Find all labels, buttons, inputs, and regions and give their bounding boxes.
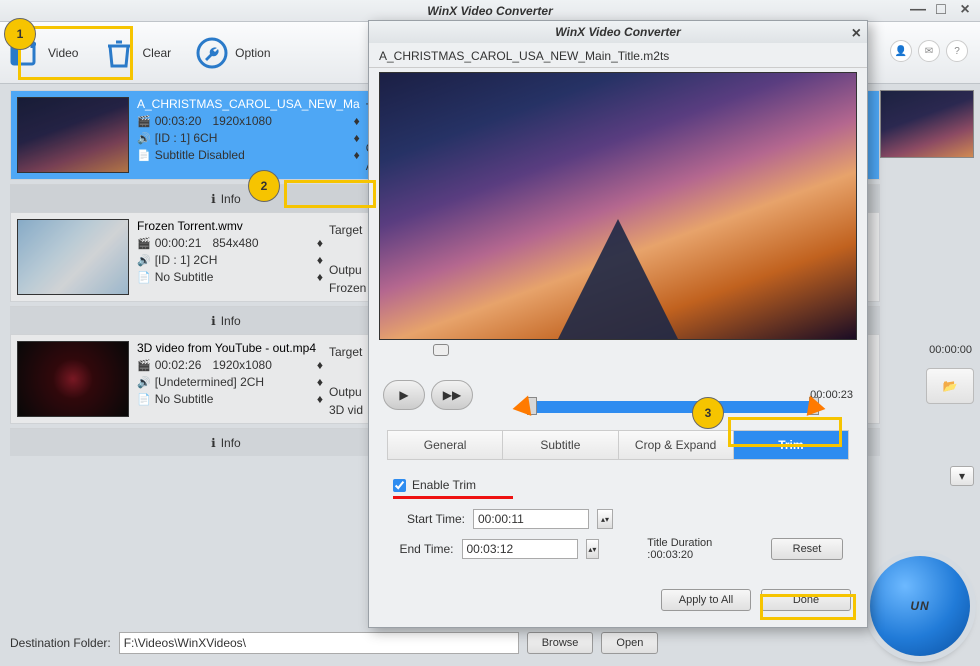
tab-crop[interactable]: Crop & Expand <box>618 431 733 459</box>
video-thumbnail <box>17 219 129 295</box>
mail-icon[interactable]: ✉ <box>918 40 940 62</box>
forward-button[interactable]: ▶▶ <box>431 380 473 410</box>
reset-button[interactable]: Reset <box>771 538 843 560</box>
dialog-title: WinX Video Converter <box>555 25 680 39</box>
video-thumbnail <box>17 97 129 173</box>
subtitle-icon: 📄 <box>137 149 151 162</box>
done-button[interactable]: Done <box>761 589 851 611</box>
browse-button[interactable]: Browse <box>527 632 594 654</box>
info-button[interactable]: ℹInfo <box>211 314 241 328</box>
dialog-titlebar: WinX Video Converter × <box>369 21 867 43</box>
help-icon[interactable]: ? <box>946 40 968 62</box>
audio-spinner[interactable]: ♦ <box>317 375 323 389</box>
tab-subtitle[interactable]: Subtitle <box>502 431 617 459</box>
main-title: WinX Video Converter <box>427 4 552 18</box>
user-icon[interactable]: 👤 <box>890 40 912 62</box>
enable-trim-checkbox[interactable] <box>393 479 406 492</box>
file-name: Frozen Torrent.wmv <box>137 219 323 233</box>
trim-range[interactable] <box>529 401 809 413</box>
subtitle-spinner[interactable]: ♦ <box>317 392 323 406</box>
destination-label: Destination Folder: <box>10 636 111 650</box>
tab-trim[interactable]: Trim <box>733 431 848 459</box>
video-spinner[interactable]: ♦ <box>317 236 323 250</box>
tutorial-badge-1: 1 <box>4 18 36 50</box>
subtitle-spinner[interactable]: ♦ <box>354 148 360 162</box>
playhead-knob[interactable] <box>433 344 449 356</box>
main-titlebar: WinX Video Converter — □ × <box>0 0 980 22</box>
subtitle-spinner[interactable]: ♦ <box>317 270 323 284</box>
video-spinner[interactable]: ♦ <box>354 114 360 128</box>
close-button[interactable]: × <box>958 3 972 17</box>
info-button[interactable]: ℹInfo <box>211 436 241 450</box>
subtitle-icon: 📄 <box>137 393 151 406</box>
right-preview-thumbnail <box>880 90 974 158</box>
video-preview <box>379 72 857 340</box>
audio-spinner[interactable]: ♦ <box>354 131 360 145</box>
play-button[interactable]: ▶ <box>383 380 425 410</box>
audio-icon: 🔊 <box>137 376 151 389</box>
end-time-label: End Time: <box>393 542 454 556</box>
clear-label: Clear <box>142 46 171 60</box>
dialog-filename: A_CHRISTMAS_CAROL_USA_NEW_Main_Title.m2t… <box>369 43 867 68</box>
edit-tabs: General Subtitle Crop & Expand Trim <box>387 430 849 460</box>
add-video-label: Video <box>48 46 78 60</box>
edit-dialog: WinX Video Converter × A_CHRISTMAS_CAROL… <box>368 20 868 628</box>
run-label: UN <box>910 599 929 613</box>
trash-icon <box>102 36 136 70</box>
video-spinner[interactable]: ♦ <box>317 358 323 372</box>
destination-input[interactable] <box>119 632 519 654</box>
info-button[interactable]: ℹInfo <box>211 192 241 206</box>
video-thumbnail <box>17 341 129 417</box>
play-icon: ▶ <box>399 388 408 402</box>
chevron-down-icon: ▾ <box>959 469 965 483</box>
info-icon: ℹ <box>211 314 216 328</box>
folder-open-icon: 📂 <box>943 379 958 393</box>
option-label: Option <box>235 46 270 60</box>
total-duration: 00:00:00 <box>880 344 974 356</box>
file-name: 3D video from YouTube - out.mp4 <box>137 341 323 355</box>
title-duration: Title Duration :00:03:20 <box>647 537 743 561</box>
audio-spinner[interactable]: ♦ <box>317 253 323 267</box>
start-time-spinner[interactable]: ▴▾ <box>597 509 613 529</box>
file-name: A_CHRISTMAS_CAROL_USA_NEW_Ma <box>137 97 360 111</box>
wrench-icon <box>195 36 229 70</box>
end-time-spinner[interactable]: ▴▾ <box>586 539 600 559</box>
camera-icon: 🎬 <box>137 359 151 372</box>
enable-trim-label: Enable Trim <box>412 478 476 492</box>
open-folder-button[interactable]: 📂 <box>926 368 974 404</box>
fast-forward-icon: ▶▶ <box>443 388 461 402</box>
trim-timeline[interactable] <box>383 344 853 366</box>
tutorial-badge-3: 3 <box>692 397 724 429</box>
subtitle-icon: 📄 <box>137 271 151 284</box>
audio-icon: 🔊 <box>137 132 151 145</box>
tab-general[interactable]: General <box>388 431 502 459</box>
dialog-close-button[interactable]: × <box>852 23 861 45</box>
maximize-button[interactable]: □ <box>934 3 948 17</box>
tutorial-underline <box>393 496 513 499</box>
run-button[interactable]: UN <box>870 556 970 656</box>
camera-icon: 🎬 <box>137 237 151 250</box>
trim-panel: Enable Trim Start Time: ▴▾ End Time: ▴▾ … <box>369 460 867 575</box>
info-icon: ℹ <box>211 436 216 450</box>
apply-all-button[interactable]: Apply to All <box>661 589 751 611</box>
right-preview-panel: 00:00:00 📂 ▾ <box>880 90 974 486</box>
profile-dropdown[interactable]: ▾ <box>950 466 974 486</box>
info-icon: ℹ <box>211 192 216 206</box>
clear-button[interactable]: Clear <box>102 36 171 70</box>
tutorial-badge-2: 2 <box>248 170 280 202</box>
audio-icon: 🔊 <box>137 254 151 267</box>
open-button[interactable]: Open <box>601 632 658 654</box>
start-time-label: Start Time: <box>393 512 465 526</box>
start-time-input[interactable] <box>473 509 589 529</box>
minimize-button[interactable]: — <box>910 3 924 17</box>
end-time-input[interactable] <box>462 539 578 559</box>
camera-icon: 🎬 <box>137 115 151 128</box>
option-button[interactable]: Option <box>195 36 270 70</box>
destination-row: Destination Folder: Browse Open <box>10 632 658 654</box>
